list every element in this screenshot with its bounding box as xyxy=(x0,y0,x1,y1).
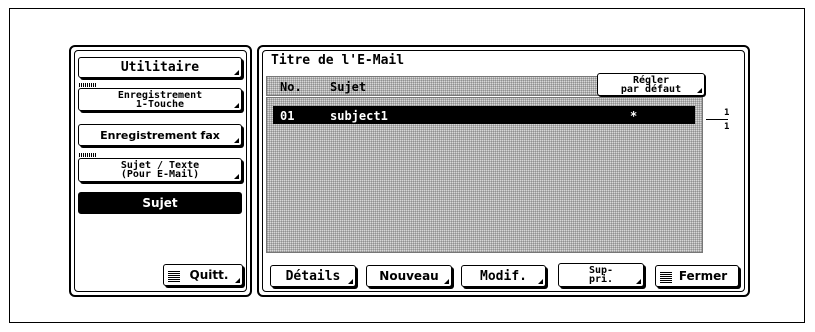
table-row[interactable]: 01 subject1 * xyxy=(273,106,695,124)
modify-button[interactable]: Modif. xyxy=(461,265,546,287)
quit-label: Quitt. xyxy=(189,268,229,282)
corner-arrow-icon xyxy=(538,279,543,284)
details-button[interactable]: Détails xyxy=(270,265,356,287)
corner-arrow-icon xyxy=(234,70,239,75)
row-default-mark: * xyxy=(630,109,638,123)
corner-arrow-icon xyxy=(348,279,353,284)
page-total: 1 xyxy=(724,122,730,132)
quit-button[interactable]: Quitt. xyxy=(163,264,243,286)
sidebar-item-enregistrement-fax[interactable]: Enregistrement fax xyxy=(78,124,242,146)
page-divider xyxy=(706,119,728,120)
sidebar-item-label: Sujet / Texte (Pour E-Mail) xyxy=(120,160,200,180)
corner-arrow-icon xyxy=(444,279,449,284)
sidebar-item-label: Enregistrement 1-Touche xyxy=(117,89,203,110)
page-title: Titre de l'E-Mail xyxy=(271,53,405,68)
corner-arrow-icon xyxy=(234,138,239,143)
delete-button[interactable]: Sup- pri. xyxy=(558,263,644,287)
page-current: 1 xyxy=(724,108,730,118)
details-label: Détails xyxy=(285,268,341,284)
column-header-subject: Sujet xyxy=(330,80,367,94)
set-default-button[interactable]: Régler par défaut xyxy=(597,73,705,96)
new-button[interactable]: Nouveau xyxy=(366,265,452,287)
tab-marker-icon xyxy=(79,153,97,157)
corner-arrow-icon xyxy=(697,88,702,93)
close-button[interactable]: Fermer xyxy=(655,265,739,287)
row-subject: subject1 xyxy=(330,109,388,123)
column-header-no: No. xyxy=(280,80,302,94)
corner-arrow-icon xyxy=(636,279,641,284)
button-stripe-icon xyxy=(168,270,180,282)
delete-label: Sup- pri. xyxy=(588,265,614,285)
row-number: 01 xyxy=(280,109,295,123)
tab-marker-icon xyxy=(79,83,97,87)
modify-label: Modif. xyxy=(480,268,527,284)
sidebar-item-sujet[interactable]: Sujet xyxy=(78,192,242,214)
corner-arrow-icon xyxy=(235,278,240,283)
button-stripe-icon xyxy=(660,271,672,283)
sidebar-item-sujet-texte[interactable]: Sujet / Texte (Pour E-Mail) xyxy=(78,153,242,182)
new-label: Nouveau xyxy=(379,269,439,283)
sidebar-item-label: Utilitaire xyxy=(120,60,200,75)
set-default-label: Régler par défaut xyxy=(620,74,682,95)
sidebar-item-utilitaire[interactable]: Utilitaire xyxy=(78,57,242,78)
corner-arrow-icon xyxy=(234,103,239,108)
corner-arrow-icon xyxy=(234,174,239,179)
sidebar-item-label: Enregistrement fax xyxy=(100,128,220,142)
close-label: Fermer xyxy=(678,269,728,283)
sidebar-item-enregistrement-1-touche[interactable]: Enregistrement 1-Touche xyxy=(78,83,242,111)
sidebar-item-label: Sujet xyxy=(142,196,178,210)
